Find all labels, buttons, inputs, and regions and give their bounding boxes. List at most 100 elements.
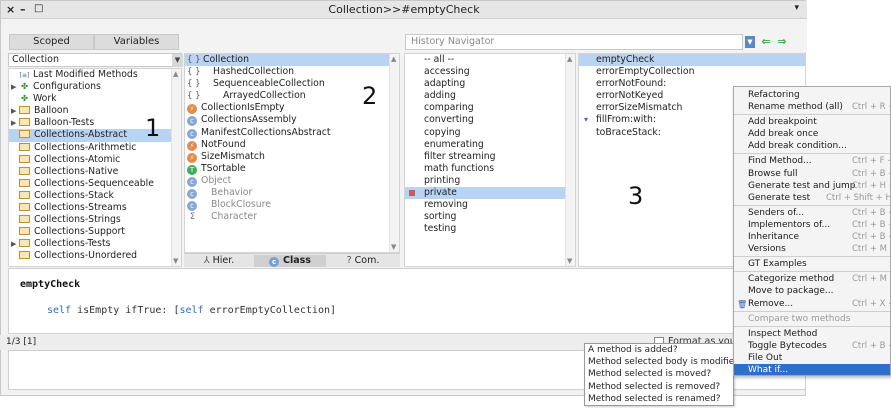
package-item[interactable]: Collections-Arithmetic xyxy=(9,142,181,154)
protocol-item[interactable]: testing xyxy=(405,223,575,235)
context-menu-item[interactable]: Toggle Bytecodes Ctrl + B + xyxy=(734,340,890,352)
context-menu-item[interactable]: Rename method (all) Ctrl + R + xyxy=(734,101,890,113)
package-icon xyxy=(19,166,30,175)
context-menu-item[interactable]: Find Method... Ctrl + F + xyxy=(734,155,890,167)
context-menu-item[interactable]: GT Examples xyxy=(734,258,890,270)
expand-triangle-icon[interactable]: ▶ xyxy=(11,81,19,93)
package-list-scrollbar[interactable]: ▲ ▼ xyxy=(171,69,181,266)
context-menu-item[interactable]: Refactoring xyxy=(734,89,890,101)
package-item[interactable]: Collections-Streams xyxy=(9,202,181,214)
what-if-option[interactable]: Method selected is removed? xyxy=(585,381,733,393)
context-menu-item[interactable]: Add break condition... xyxy=(734,140,890,152)
protocol-item[interactable]: comparing xyxy=(405,102,575,114)
protocol-list[interactable]: -- all -- accessing adapting adding comparin… xyxy=(404,53,576,267)
package-item[interactable]: [≡] Last Modified Methods xyxy=(9,69,181,81)
class-item[interactable]: T TSortable xyxy=(185,163,399,175)
package-item[interactable]: Collections-Strings xyxy=(9,214,181,226)
class-item[interactable]: c Behavior xyxy=(185,187,399,200)
protocol-item[interactable]: math functions xyxy=(405,163,575,175)
class-list-scrollbar[interactable]: ▲ ▼ xyxy=(389,54,399,252)
package-item[interactable]: Collections-Sequenceable xyxy=(9,178,181,190)
protocol-item[interactable]: private xyxy=(405,187,575,200)
context-menu-item[interactable]: Add break once xyxy=(734,128,890,140)
class-item[interactable]: c Object xyxy=(185,175,399,187)
protocol-item[interactable]: adapting xyxy=(405,78,575,90)
class-item[interactable]: ⚡ SizeMismatch xyxy=(185,151,399,163)
protocol-item[interactable]: converting xyxy=(405,114,575,126)
protocol-label: removing xyxy=(424,199,468,211)
class-item[interactable]: c CollectionsAssembly xyxy=(185,114,399,127)
package-item[interactable]: Collections-Native xyxy=(9,166,181,178)
context-menu-item[interactable]: What if... xyxy=(734,363,890,375)
code-editor[interactable]: emptyCheck self isEmpty ifTrue: [self er… xyxy=(8,268,806,334)
expand-triangle-icon[interactable]: ▶ xyxy=(11,105,19,117)
context-menu-item[interactable]: Generate test and jumpCtrl + H + xyxy=(734,180,890,192)
comment-button[interactable]: ? Com. xyxy=(326,255,400,267)
context-menu-item[interactable]: Categorize method Ctrl + M + xyxy=(734,273,890,285)
context-menu-item[interactable]: Browse full Ctrl + B + xyxy=(734,168,890,180)
class-item[interactable]: c ManifestCollectionsAbstract xyxy=(185,127,399,139)
package-item[interactable]: ✤ Work xyxy=(9,93,181,105)
menu-item-shortcut: Ctrl + X + xyxy=(852,298,891,309)
exception-class-icon: ⚡ xyxy=(187,104,197,115)
package-filter-input[interactable]: Collection xyxy=(8,53,182,67)
context-menu-item[interactable]: Generate test Ctrl + Shift + H + xyxy=(734,192,890,204)
protocol-item[interactable]: sorting xyxy=(405,211,575,223)
class-item[interactable]: { } Collection xyxy=(185,54,399,67)
package-item[interactable]: ▶ Collections-Tests xyxy=(9,238,181,250)
context-menu-item[interactable]: Versions Ctrl + M + xyxy=(734,243,890,255)
class-item[interactable]: Σ Character xyxy=(185,211,399,223)
context-menu-item[interactable]: 🗑 Remove... Ctrl + X + xyxy=(734,298,890,310)
protocol-item[interactable]: enumerating xyxy=(405,139,575,151)
protocol-list-scrollbar[interactable]: ▲ ▼ xyxy=(565,54,575,266)
class-item[interactable]: { } HashedCollection xyxy=(185,66,399,78)
what-if-option[interactable]: Method selected body is modified? xyxy=(585,356,745,368)
variables-button[interactable]: Variables xyxy=(94,34,179,50)
context-menu-item[interactable]: Inheritance Ctrl + B + xyxy=(734,231,890,243)
context-menu-item[interactable]: Inspect Method xyxy=(734,328,890,340)
protocol-item[interactable]: copying xyxy=(405,127,575,139)
self-keyword-2: self xyxy=(179,305,204,316)
history-dropdown-icon[interactable]: ▼ xyxy=(745,36,755,48)
package-list[interactable]: [≡] Last Modified Methods ▶ ✤ Configurations… xyxy=(8,68,182,267)
context-menu-item[interactable]: Senders of... Ctrl + B + xyxy=(734,207,890,219)
protocol-item[interactable]: -- all -- xyxy=(405,54,575,66)
hierarchy-button[interactable]: ⅄ Hier. xyxy=(184,255,254,267)
package-item[interactable]: Collections-Unordered xyxy=(9,250,181,262)
class-item[interactable]: ⚡ NotFound xyxy=(185,139,399,151)
context-menu-item[interactable]: Add breakpoint xyxy=(734,116,890,128)
context-menu-item[interactable]: Implementors of... Ctrl + B + xyxy=(734,219,890,231)
history-navigator[interactable]: History Navigator xyxy=(405,34,743,50)
expand-triangle-icon[interactable]: ▶ xyxy=(11,238,19,250)
protocol-item[interactable]: filter streaming xyxy=(405,151,575,163)
package-label: Collections-Native xyxy=(34,165,119,177)
protocol-item[interactable]: accessing xyxy=(405,66,575,78)
class-item[interactable]: c BlockClosure xyxy=(185,199,399,212)
protocol-item[interactable]: removing xyxy=(405,199,575,211)
package-item[interactable]: Collections-Support xyxy=(9,226,181,238)
package-item[interactable]: Collections-Atomic xyxy=(9,154,181,166)
class-side-button[interactable]: c Class xyxy=(254,255,326,267)
protocol-item[interactable]: printing xyxy=(405,175,575,187)
scoped-button[interactable]: Scoped xyxy=(9,34,94,50)
protocol-item[interactable]: adding xyxy=(405,90,575,102)
method-label: emptyCheck xyxy=(596,54,655,65)
package-item[interactable]: Collections-Stack xyxy=(9,190,181,202)
method-item[interactable]: emptyCheck xyxy=(579,54,805,67)
package-item[interactable]: ▶ ✤ Configurations xyxy=(9,81,181,93)
what-if-option[interactable]: A method is added? xyxy=(585,344,733,356)
menu-item-shortcut: Ctrl + M + xyxy=(852,244,890,255)
context-menu-item[interactable]: File Out xyxy=(734,352,890,364)
history-back-icon[interactable]: ⇐ xyxy=(762,35,771,48)
history-forward-icon[interactable]: ⇒ xyxy=(777,35,786,48)
context-menu-item[interactable]: Move to package... xyxy=(734,285,890,297)
what-if-option[interactable]: Method selected is renamed? xyxy=(585,393,733,405)
class-icon: c xyxy=(187,116,197,127)
package-label: Balloon-Tests xyxy=(34,117,95,129)
what-if-option[interactable]: Method selected is moved? xyxy=(585,368,733,380)
expand-triangle-icon[interactable]: ▶ xyxy=(11,117,19,129)
method-item[interactable]: errorEmptyCollection xyxy=(579,66,805,78)
package-filter-dropdown-icon[interactable]: ▼ xyxy=(172,54,183,67)
window-menu-icon[interactable]: ▾ xyxy=(794,3,799,13)
class-label: Character xyxy=(211,211,257,223)
